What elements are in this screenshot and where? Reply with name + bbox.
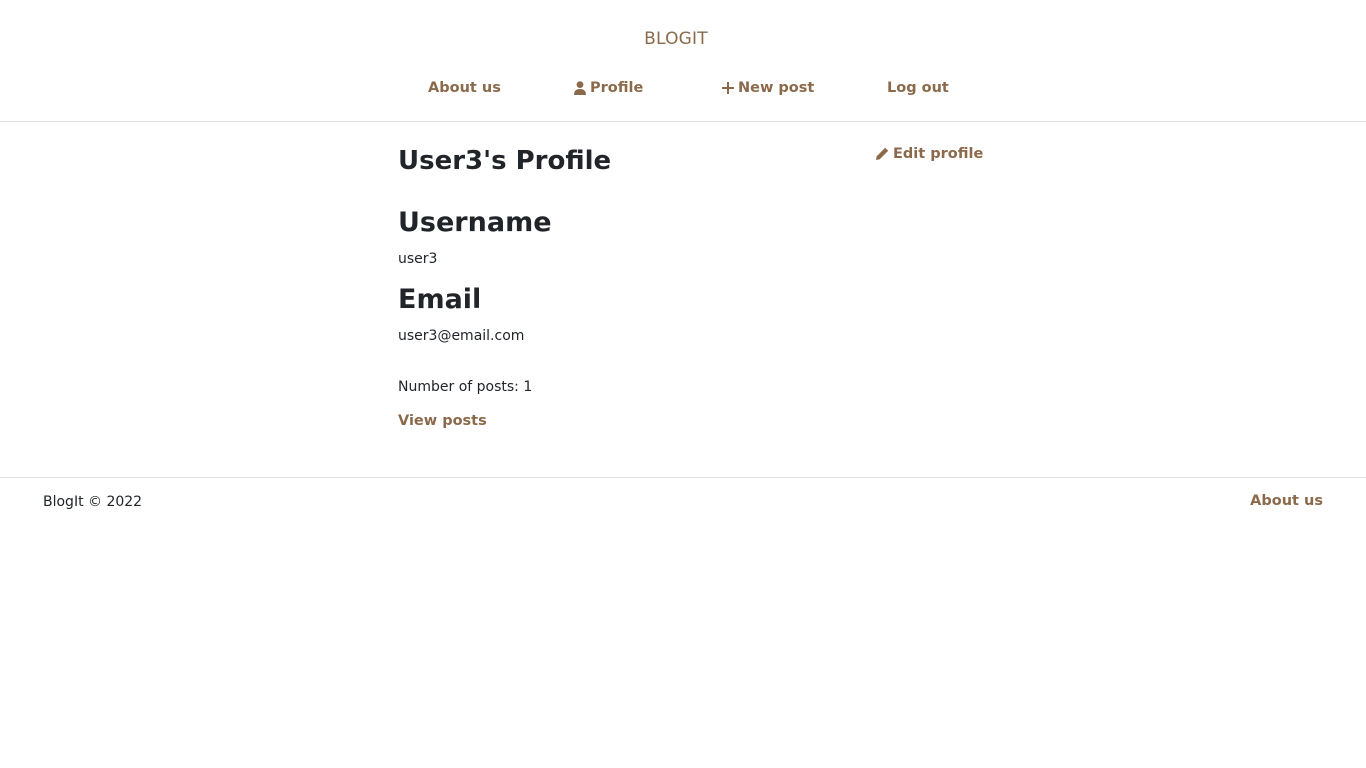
email-value: user3@email.com	[398, 328, 525, 344]
footer-copyright: BlogIt © 2022	[43, 494, 143, 510]
page: BLOGIT About us Profile New post Log out…	[0, 0, 1366, 768]
pencil-icon	[876, 147, 889, 160]
username-value: user3	[398, 251, 438, 267]
edit-profile-label: Edit profile	[893, 146, 984, 162]
view-posts-link[interactable]: View posts	[398, 413, 487, 429]
nav-profile-link[interactable]: Profile	[574, 80, 643, 96]
plus-icon	[722, 82, 734, 94]
nav-logout-link[interactable]: Log out	[887, 80, 949, 96]
nav-new-post-link[interactable]: New post	[722, 80, 814, 96]
site-header: BLOGIT About us Profile New post Log out	[0, 0, 1366, 122]
nav-logout-label: Log out	[887, 80, 949, 96]
footer-about-link[interactable]: About us	[1250, 493, 1323, 509]
footer-divider	[0, 477, 1366, 478]
brand-logo-link[interactable]: BLOGIT	[0, 29, 1352, 49]
page-title: User3's Profile	[398, 146, 612, 176]
edit-profile-link[interactable]: Edit profile	[875, 146, 983, 162]
posts-count: Number of posts: 1	[398, 379, 533, 395]
nav-about-label: About us	[428, 80, 501, 96]
username-heading: Username	[398, 207, 552, 238]
nav-profile-label: Profile	[590, 80, 644, 96]
nav-about-link[interactable]: About us	[428, 80, 501, 96]
user-icon	[574, 81, 586, 95]
email-heading: Email	[398, 284, 482, 315]
nav-new-post-label: New post	[738, 80, 815, 96]
